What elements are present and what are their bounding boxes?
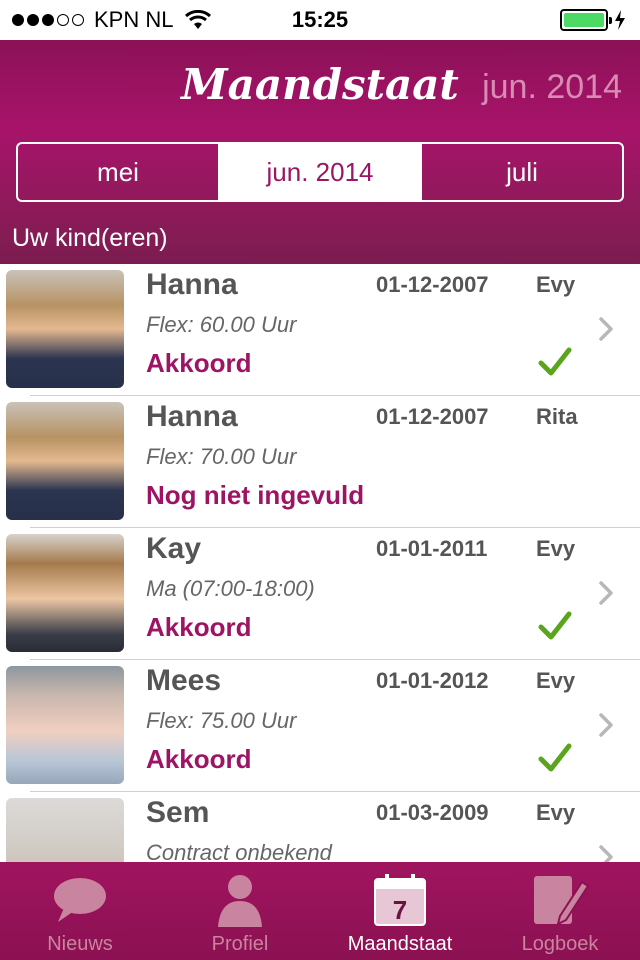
child-birthdate: 01-01-2012: [376, 668, 489, 693]
tab-label: Nieuws: [47, 933, 113, 955]
notebook-pencil-icon: [530, 872, 590, 928]
month-selector: mei jun. 2014 juli: [16, 142, 624, 202]
chevron-right-icon: [599, 845, 613, 862]
child-status: Akkoord: [146, 348, 252, 378]
charging-icon: [615, 10, 625, 30]
child-name: Mees: [146, 664, 222, 697]
tab-logboek[interactable]: Logboek: [480, 862, 640, 960]
next-month-button[interactable]: juli: [420, 144, 622, 200]
clock: 15:25: [291, 7, 349, 32]
section-label: Uw kind(eren): [12, 224, 168, 252]
header: Maandstaat jun. 2014 mei jun. 2014 juli …: [0, 40, 640, 264]
child-birthdate: 01-12-2007: [376, 272, 489, 297]
previous-month-button[interactable]: mei: [18, 144, 218, 200]
tab-label: Profiel: [211, 933, 269, 955]
battery-icon: [560, 9, 612, 31]
checkmark-icon: [538, 347, 572, 376]
child-name: Kay: [146, 532, 202, 565]
child-contract: Contract onbekend: [146, 840, 332, 862]
child-contract: Flex: 70.00 Uur: [146, 444, 297, 469]
child-birthdate: 01-12-2007: [376, 404, 489, 429]
child-row[interactable]: Sem 01-03-2009 Evy Contract onbekend: [0, 792, 640, 862]
child-name: Hanna: [146, 400, 238, 433]
child-row[interactable]: Kay 01-01-2011 Evy Ma (07:00-18:00) Akko…: [0, 528, 640, 660]
child-photo: [6, 534, 124, 652]
header-current-month: jun. 2014: [482, 68, 622, 106]
person-icon: [215, 872, 265, 928]
tab-label: Maandstaat: [347, 933, 453, 955]
tab-bar: Nieuws Profiel 7 Maandstaat Logboek: [0, 862, 640, 960]
tab-profiel[interactable]: Profiel: [160, 862, 320, 960]
chevron-right-icon: [599, 713, 613, 737]
tab-label: Logboek: [521, 933, 599, 955]
child-caregiver: Rita: [536, 404, 578, 429]
child-row[interactable]: Hanna 01-12-2007 Evy Flex: 60.00 Uur Akk…: [0, 264, 640, 396]
status-bar-right: [560, 9, 626, 31]
tab-nieuws[interactable]: Nieuws: [0, 862, 160, 960]
current-month-button[interactable]: jun. 2014: [218, 144, 420, 200]
child-row[interactable]: Hanna 01-12-2007 Rita Flex: 70.00 Uur No…: [0, 396, 640, 528]
child-status: Akkoord: [146, 744, 252, 774]
child-birthdate: 01-01-2011: [376, 536, 488, 561]
child-name: Sem: [146, 796, 210, 829]
child-status: Akkoord: [146, 612, 252, 642]
child-name: Hanna: [146, 268, 238, 301]
child-birthdate: 01-03-2009: [376, 800, 489, 825]
calendar-icon: 7: [373, 872, 427, 928]
children-list: Hanna 01-12-2007 Evy Flex: 60.00 Uur Akk…: [0, 264, 640, 862]
chevron-right-icon: [599, 317, 613, 341]
speech-bubble-icon: [50, 872, 110, 928]
child-photo: [6, 666, 124, 784]
child-status: Nog niet ingevuld: [146, 480, 365, 510]
child-photo: [6, 402, 124, 520]
child-contract: Flex: 75.00 Uur: [146, 708, 297, 733]
child-caregiver: Evy: [536, 800, 576, 825]
checkmark-icon: [538, 743, 572, 772]
child-caregiver: Evy: [536, 668, 576, 693]
chevron-right-icon: [599, 581, 613, 605]
status-bar: KPN NL 15:25: [0, 0, 640, 40]
child-row[interactable]: Mees 01-01-2012 Evy Flex: 75.00 Uur Akko…: [0, 660, 640, 792]
tab-maandstaat[interactable]: 7 Maandstaat: [320, 862, 480, 960]
child-caregiver: Evy: [536, 272, 576, 297]
checkmark-icon: [538, 611, 572, 640]
calendar-day: 7: [393, 895, 407, 925]
child-photo: [6, 270, 124, 388]
child-photo: [6, 798, 124, 862]
child-contract: Flex: 60.00 Uur: [146, 312, 297, 337]
child-contract: Ma (07:00-18:00): [146, 576, 315, 601]
child-caregiver: Evy: [536, 536, 576, 561]
